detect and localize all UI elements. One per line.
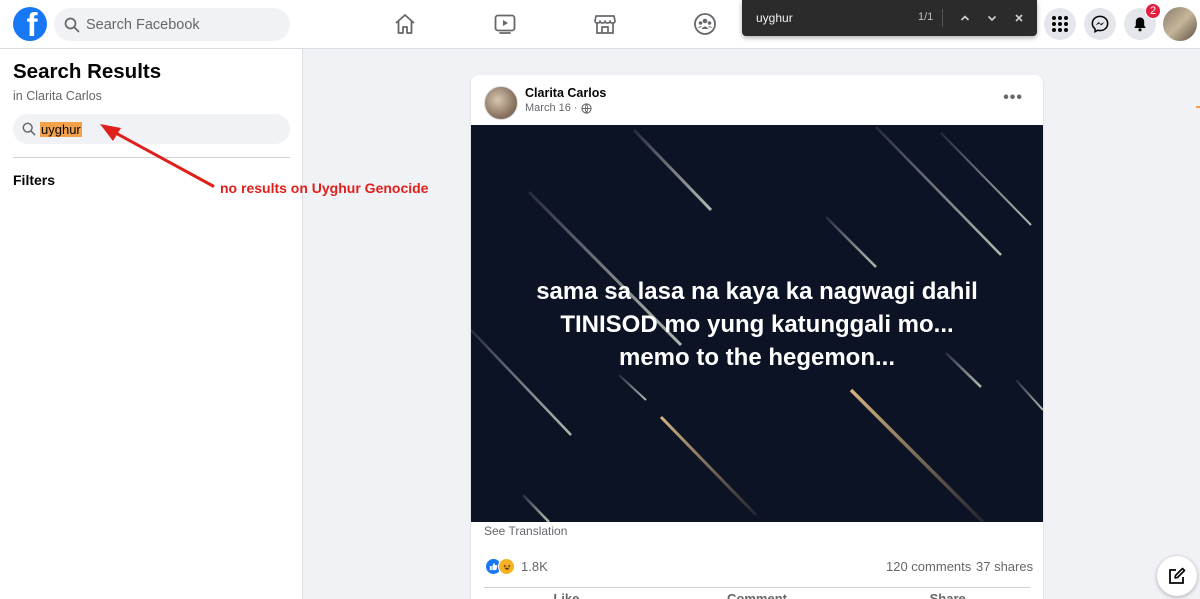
shares-count-link[interactable]: 37 shares bbox=[976, 559, 1033, 574]
post-image-text: sama sa lasa na kaya ka nagwagi dahil TI… bbox=[471, 275, 1043, 374]
home-icon[interactable] bbox=[392, 11, 418, 37]
post-date[interactable]: March 16 bbox=[525, 102, 571, 114]
more-options-icon[interactable]: ••• bbox=[1003, 89, 1023, 107]
global-search-box[interactable] bbox=[54, 8, 290, 41]
author-avatar[interactable] bbox=[484, 86, 518, 120]
edge-marker bbox=[1196, 106, 1200, 108]
find-divider bbox=[942, 9, 943, 27]
facebook-logo[interactable]: f bbox=[13, 7, 47, 41]
groups-icon[interactable] bbox=[692, 11, 718, 37]
menu-grid-icon[interactable] bbox=[1044, 8, 1076, 40]
filters-heading: Filters bbox=[13, 172, 56, 188]
post-image-text-line: memo to the hegemon... bbox=[618, 344, 896, 371]
top-navigation-bar: f uyghur 1/1 bbox=[0, 0, 1200, 49]
search-icon bbox=[22, 122, 36, 136]
post-actions: Like Comment Share bbox=[471, 591, 1043, 599]
find-previous-chevron-up-icon[interactable] bbox=[956, 9, 974, 27]
public-globe-icon bbox=[580, 102, 592, 114]
haha-reaction-icon bbox=[498, 558, 515, 575]
meta-separator: · bbox=[573, 102, 578, 114]
reaction-count: 1.8K bbox=[521, 559, 548, 574]
reaction-summary[interactable]: 1.8K bbox=[485, 558, 548, 575]
find-query-text[interactable]: uyghur bbox=[756, 11, 793, 25]
notification-count-badge: 2 bbox=[1145, 3, 1161, 19]
share-button[interactable]: Share bbox=[852, 591, 1043, 599]
comment-button[interactable]: Comment bbox=[662, 591, 853, 599]
search-results-title: Search Results bbox=[13, 60, 162, 83]
find-match-count: 1/1 bbox=[918, 11, 934, 23]
profile-avatar[interactable] bbox=[1163, 7, 1197, 41]
search-scope-subtitle: in Clarita Carlos bbox=[13, 89, 102, 103]
post-card: Clarita Carlos March 16 · ••• sama sa la… bbox=[471, 75, 1043, 599]
post-divider bbox=[484, 587, 1030, 588]
post-image-text-line: sama sa lasa na kaya ka nagwagi dahil bbox=[536, 278, 978, 305]
find-close-icon[interactable] bbox=[1010, 9, 1028, 27]
global-search-input[interactable] bbox=[86, 16, 266, 33]
marketplace-icon[interactable] bbox=[592, 11, 618, 37]
like-button[interactable]: Like bbox=[471, 591, 662, 599]
new-message-compose-icon[interactable] bbox=[1157, 556, 1197, 596]
search-icon bbox=[64, 17, 80, 32]
post-meta: March 16 · bbox=[525, 102, 592, 114]
facebook-logo-letter: f bbox=[26, 7, 38, 41]
post-image-text-line: TINISOD mo yung katunggali mo... bbox=[560, 311, 954, 338]
watch-icon[interactable] bbox=[492, 11, 518, 37]
sidebar-divider bbox=[13, 157, 290, 158]
annotation-text: no results on Uyghur Genocide bbox=[220, 180, 429, 196]
browser-find-bar: uyghur 1/1 bbox=[742, 0, 1037, 36]
see-translation-link[interactable]: See Translation bbox=[484, 524, 567, 538]
post-image[interactable]: sama sa lasa na kaya ka nagwagi dahil TI… bbox=[471, 125, 1043, 522]
search-results-sidebar: Search Results in Clarita Carlos uyghur … bbox=[0, 49, 303, 599]
search-query-highlight[interactable]: uyghur bbox=[40, 121, 82, 137]
messenger-icon[interactable] bbox=[1084, 8, 1116, 40]
post-author-name[interactable]: Clarita Carlos bbox=[525, 86, 606, 100]
profile-search-input[interactable]: uyghur bbox=[13, 114, 290, 144]
find-next-chevron-down-icon[interactable] bbox=[983, 9, 1001, 27]
comments-count-link[interactable]: 120 comments bbox=[886, 559, 971, 574]
